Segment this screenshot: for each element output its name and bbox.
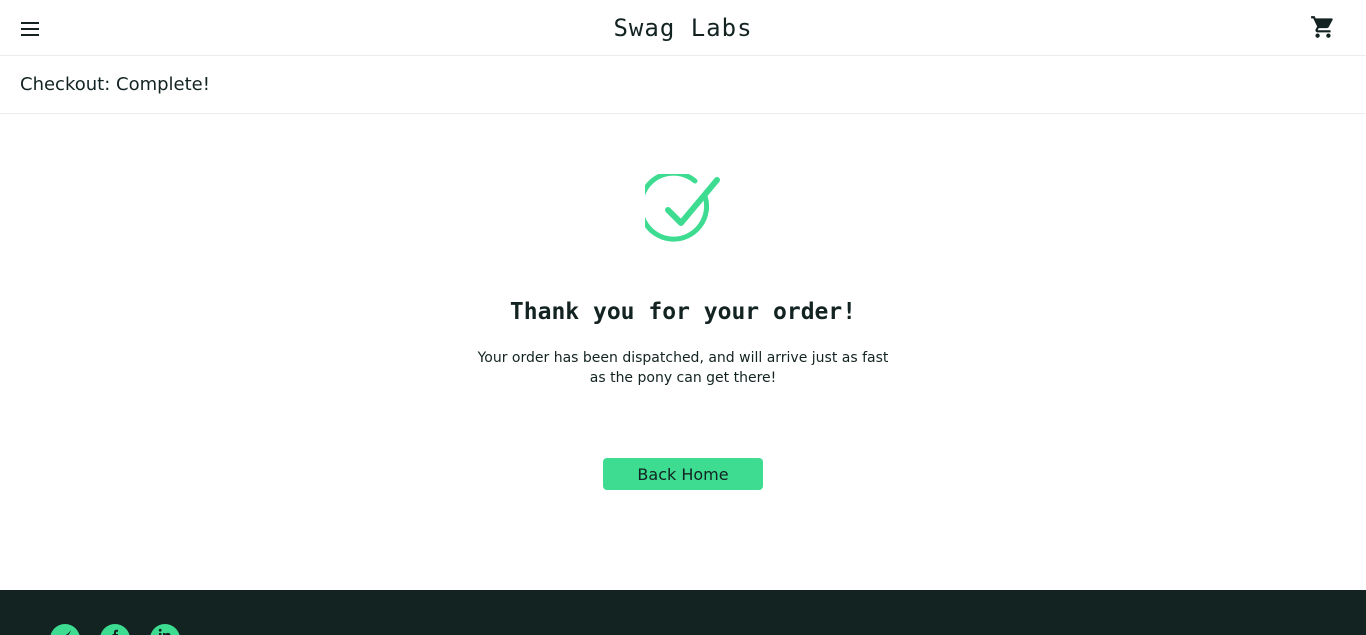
checkmark-circle-icon [638,170,721,248]
shopping-cart-icon[interactable] [1310,14,1336,40]
order-complete-message: Your order has been dispatched, and will… [477,350,889,386]
twitter-icon[interactable] [50,624,80,635]
linkedin-icon[interactable] [150,624,180,635]
app-logo: Swag Labs [613,14,753,42]
facebook-icon[interactable] [100,624,130,635]
footer [0,590,1366,635]
page-title: Checkout: Complete! [20,74,210,95]
primary-header: Swag Labs [0,0,1366,56]
secondary-header: Checkout: Complete! [0,57,1366,114]
hamburger-menu-icon[interactable] [18,17,42,41]
order-complete-heading: Thank you for your order! [509,299,857,325]
back-home-button[interactable]: Back Home [603,458,763,490]
